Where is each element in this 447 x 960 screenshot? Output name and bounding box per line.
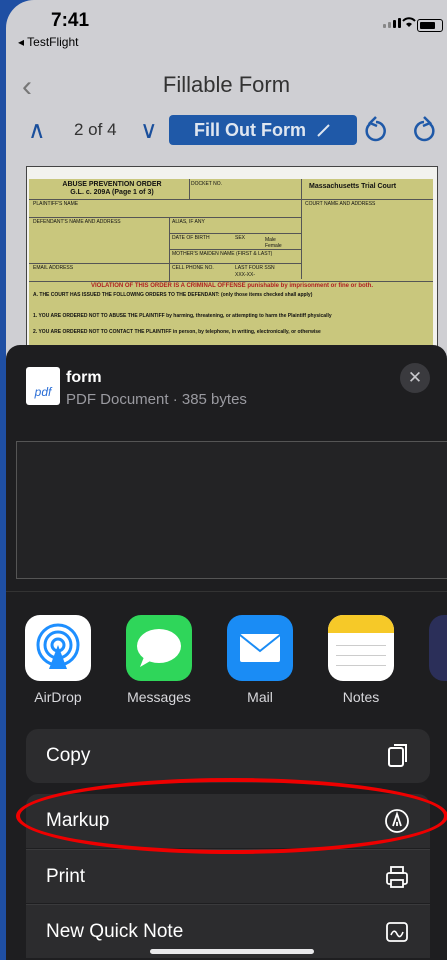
divider: [6, 591, 447, 592]
defendant-name-label: DEFENDANT'S NAME AND ADDRESS: [33, 219, 121, 225]
battery-icon: [417, 19, 443, 32]
ssn-label: LAST FOUR SSN: [235, 265, 275, 271]
pdf-file-icon: pdf: [26, 367, 60, 405]
share-app-partial[interactable]: J: [428, 615, 447, 705]
sex-label: SEX: [235, 235, 246, 241]
phone-screen: 7:41 ◂ TestFlight ‹ Fillable Form ∧ 2 of…: [6, 0, 447, 960]
court-name-label: COURT NAME AND ADDRESS: [305, 201, 376, 207]
chevron-up-icon[interactable]: ∧: [28, 116, 46, 145]
form-title-line1: ABUSE PREVENTION ORDER: [62, 181, 162, 188]
share-sheet: pdf form PDF Document · 385 bytes ✕ AirD…: [6, 345, 447, 960]
form-title-line2: G.L. c. 209A (Page 1 of 3): [70, 189, 154, 196]
plaintiff-name-label: PLAINTIFF'S NAME: [33, 201, 79, 207]
court-label: Massachusetts Trial Court: [309, 183, 397, 190]
markup-action[interactable]: Markup: [26, 794, 430, 848]
notes-icon: [328, 615, 394, 681]
app-icon: [429, 615, 447, 681]
signal-icon: [383, 18, 401, 28]
back-to-app-link[interactable]: ◂ TestFlight: [18, 35, 79, 49]
markup-icon: [385, 809, 409, 833]
order-item-1: 1. YOU ARE ORDERED NOT TO ABUSE THE PLAI…: [33, 313, 332, 319]
form-toolbar: ∧ 2 of 4 ∨ Fill Out Form: [6, 112, 447, 148]
share-app-label: Mail: [247, 689, 273, 705]
chevron-down-icon[interactable]: ∨: [140, 116, 158, 145]
file-name: form: [66, 369, 102, 386]
maiden-name-label: MOTHER'S MAIDEN NAME (FIRST & LAST): [172, 251, 273, 257]
form-title: ABUSE PREVENTION ORDER G.L. c. 209A (Pag…: [37, 181, 187, 197]
file-preview: [16, 441, 447, 579]
share-apps-row: AirDrop Messages Mail Notes: [6, 615, 447, 715]
share-app-label: J: [428, 689, 447, 705]
wifi-icon: [402, 17, 416, 27]
status-time: 7:41: [51, 10, 90, 31]
cell-label: CELL PHONE NO.: [172, 265, 214, 271]
fill-out-form-button[interactable]: Fill Out Form: [169, 115, 357, 145]
page-indicator: 2 of 4: [74, 120, 117, 139]
email-label: EMAIL ADDRESS: [33, 265, 74, 271]
file-meta: PDF Document · 385 bytes: [66, 391, 247, 408]
section-a-heading: A. THE COURT HAS ISSUED THE FOLLOWING OR…: [33, 292, 313, 298]
messages-icon: [126, 615, 192, 681]
new-quick-note-label: New Quick Note: [46, 920, 184, 942]
navigation-bar: ‹ Fillable Form: [6, 66, 447, 106]
back-app-label: TestFlight: [27, 35, 79, 49]
quick-note-icon: [386, 921, 408, 942]
share-app-label: Notes: [342, 689, 380, 705]
undo-icon[interactable]: [362, 114, 390, 144]
share-app-airdrop[interactable]: AirDrop: [24, 615, 92, 705]
redo-icon[interactable]: [410, 114, 438, 144]
print-label: Print: [46, 865, 86, 887]
alias-label: ALIAS, IF ANY: [172, 219, 205, 225]
fill-out-form-label: Fill Out Form: [194, 119, 306, 140]
share-app-label: Messages: [127, 689, 191, 705]
share-app-label: AirDrop: [34, 689, 82, 705]
print-icon: [386, 865, 408, 888]
violation-warning: VIOLATION OF THIS ORDER IS A CRIMINAL OF…: [91, 283, 374, 289]
docket-label: DOCKET NO.: [191, 181, 223, 187]
mail-icon: [227, 615, 293, 681]
airdrop-icon: [25, 615, 91, 681]
copy-action[interactable]: Copy: [26, 729, 430, 783]
close-icon[interactable]: ✕: [400, 363, 430, 393]
ssn-value: XXX-XX-: [235, 272, 256, 278]
pencil-icon: [317, 124, 330, 137]
print-action[interactable]: Print: [26, 849, 430, 903]
status-bar: 7:41 ◂ TestFlight: [6, 0, 447, 49]
share-app-mail[interactable]: Mail: [226, 615, 294, 705]
share-app-messages[interactable]: Messages: [125, 615, 193, 705]
copy-icon: [388, 744, 407, 767]
pdf-page-preview[interactable]: ABUSE PREVENTION ORDER G.L. c. 209A (Pag…: [26, 166, 438, 359]
share-app-notes[interactable]: Notes: [327, 615, 395, 705]
page-title: Fillable Form: [162, 72, 291, 97]
markup-label: Markup: [46, 810, 110, 831]
copy-label: Copy: [46, 745, 91, 766]
order-item-2: 2. YOU ARE ORDERED NOT TO CONTACT THE PL…: [33, 329, 321, 335]
dob-label: DATE OF BIRTH: [172, 235, 210, 241]
home-indicator[interactable]: [150, 949, 314, 954]
form-fields-area: ABUSE PREVENTION ORDER G.L. c. 209A (Pag…: [29, 179, 433, 359]
